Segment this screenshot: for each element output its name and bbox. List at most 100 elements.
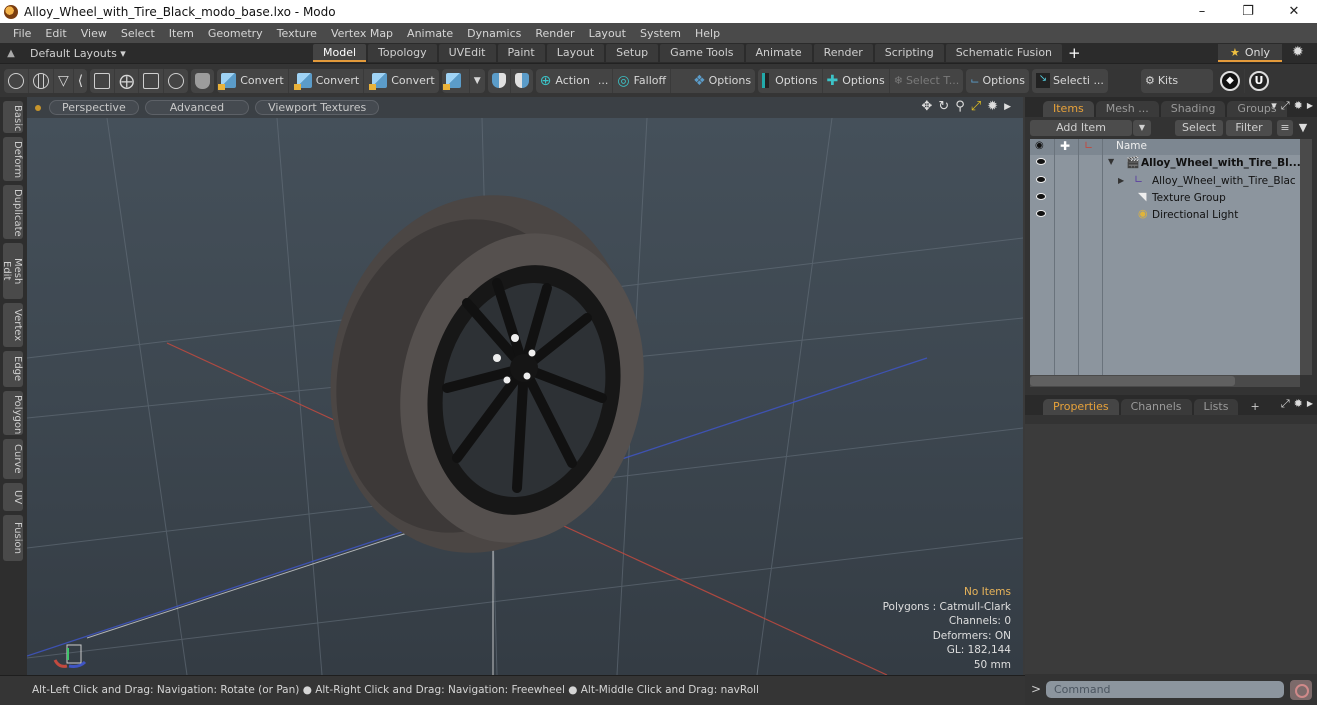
command-input[interactable] xyxy=(1046,681,1284,698)
record-macro-button[interactable] xyxy=(1290,680,1312,700)
restore-button[interactable]: ❐ xyxy=(1225,0,1271,23)
tab-deform[interactable]: Deform xyxy=(3,137,23,181)
pen-tool-button[interactable]: ▽ xyxy=(54,68,74,93)
tree-row-mesh[interactable]: ▶ ∟ Alloy_Wheel_with_Tire_Blac ... xyxy=(1030,173,1309,190)
select-button[interactable]: Select xyxy=(1175,120,1223,136)
panel-gear-icon[interactable]: ✹ xyxy=(1294,99,1303,113)
unity-button[interactable]: ◆ xyxy=(1216,68,1245,93)
convert-menu-button[interactable] xyxy=(442,68,470,93)
gear-icon[interactable]: ✹ xyxy=(1292,44,1304,60)
tab-properties[interactable]: Properties xyxy=(1043,399,1119,415)
menu-vertex-map[interactable]: Vertex Map xyxy=(324,27,400,40)
visibility-eye-icon[interactable] xyxy=(1036,210,1046,217)
tab-game-tools[interactable]: Game Tools xyxy=(660,44,744,62)
tab-duplicate[interactable]: Duplicate xyxy=(3,185,23,239)
menu-animate[interactable]: Animate xyxy=(400,27,460,40)
panel-more-icon[interactable]: ▶ xyxy=(1307,99,1313,113)
tab-animate[interactable]: Animate xyxy=(745,44,812,62)
tab-uvedit[interactable]: UVEdit xyxy=(438,44,496,62)
collapse-arrow-icon[interactable]: ▲ xyxy=(0,48,22,59)
minimize-button[interactable]: – xyxy=(1179,0,1225,23)
convert-button-3[interactable]: Convert xyxy=(364,69,439,93)
menu-dynamics[interactable]: Dynamics xyxy=(460,27,528,40)
tab-paint[interactable]: Paint xyxy=(497,44,545,62)
kits-button[interactable]: ⚙ Kits xyxy=(1141,69,1182,93)
panel-menu-chevron-icon[interactable]: ▾ xyxy=(1271,99,1277,113)
add-layout-tab-button[interactable]: + xyxy=(1068,44,1081,63)
tab-render[interactable]: Render xyxy=(813,44,873,62)
tree-horizontal-scrollbar[interactable] xyxy=(1030,375,1300,387)
menu-edit[interactable]: Edit xyxy=(38,27,73,40)
expand-right-icon[interactable]: ▶ xyxy=(1004,99,1011,115)
tab-mesh-edit[interactable]: Mesh Edit xyxy=(1,243,23,299)
visibility-eye-icon[interactable] xyxy=(1036,193,1046,200)
tab-scripting[interactable]: Scripting xyxy=(874,44,944,62)
tab-items[interactable]: Items xyxy=(1043,101,1094,117)
name-column-header[interactable]: Name xyxy=(1116,140,1147,152)
tab-uv[interactable]: UV xyxy=(3,483,23,511)
edges-mode-button[interactable]: ⨁ xyxy=(115,68,140,93)
tree-row-directional-light[interactable]: ◉ Directional Light xyxy=(1030,207,1300,224)
select-through-button[interactable]: ❄ Select T... xyxy=(890,69,964,93)
add-properties-tab-button[interactable]: + xyxy=(1240,399,1269,415)
tab-layout[interactable]: Layout xyxy=(546,44,605,62)
advanced-button[interactable]: Advanced xyxy=(144,100,250,115)
vertices-mode-button[interactable] xyxy=(90,68,116,93)
panel-more-icon[interactable]: ▶ xyxy=(1307,397,1313,411)
close-button[interactable]: ✕ xyxy=(1271,0,1317,23)
list-options-icon[interactable]: ≡ xyxy=(1277,120,1293,136)
menu-geometry[interactable]: Geometry xyxy=(201,27,270,40)
3d-viewport[interactable]: No Items Polygons : Catmull-Clark Channe… xyxy=(27,118,1023,675)
select-vertices-button[interactable] xyxy=(4,68,29,93)
maximize-icon[interactable]: ⤢ xyxy=(971,99,981,115)
menu-system[interactable]: System xyxy=(633,27,688,40)
tab-model[interactable]: Model xyxy=(313,44,367,62)
viewport-gear-icon[interactable]: ✹ xyxy=(987,99,998,115)
tab-topology[interactable]: Topology xyxy=(368,44,437,62)
tab-lists[interactable]: Lists xyxy=(1193,399,1239,415)
zoom-icon[interactable]: ⚲ xyxy=(955,99,965,115)
workplane-button[interactable] xyxy=(511,69,533,93)
tab-edge[interactable]: Edge xyxy=(3,351,23,387)
panel-gear-icon[interactable]: ✹ xyxy=(1294,397,1303,411)
bend-tool-button[interactable]: ⟨ xyxy=(74,69,87,93)
convert-button-1[interactable]: Convert xyxy=(217,68,289,93)
tab-channels[interactable]: Channels xyxy=(1120,399,1192,415)
selection-sets-button[interactable]: ↘ Selecti ... xyxy=(1032,69,1108,93)
tab-polygon[interactable]: Polygon xyxy=(3,391,23,435)
visibility-eye-icon[interactable] xyxy=(1036,158,1046,165)
perspective-button[interactable]: Perspective xyxy=(49,100,139,115)
menu-render[interactable]: Render xyxy=(528,27,581,40)
tab-setup[interactable]: Setup xyxy=(606,44,659,62)
tab-mesh[interactable]: Mesh ... xyxy=(1095,101,1159,117)
tab-schematic-fusion[interactable]: Schematic Fusion xyxy=(945,44,1063,62)
tab-fusion[interactable]: Fusion xyxy=(3,515,23,561)
menu-item[interactable]: Item xyxy=(162,27,201,40)
tree-row-texture-group[interactable]: ◥ Texture Group xyxy=(1030,190,1300,207)
menu-file[interactable]: File xyxy=(6,27,38,40)
snapping-options-button[interactable]: ❖ Options xyxy=(671,69,755,93)
tab-shading[interactable]: Shading xyxy=(1160,101,1226,117)
tree-vertical-scrollbar[interactable] xyxy=(1300,139,1312,375)
viewport-menu-dot[interactable] xyxy=(35,104,41,111)
tab-vertex[interactable]: Vertex xyxy=(3,303,23,347)
menu-help[interactable]: Help xyxy=(688,27,727,40)
menu-select[interactable]: Select xyxy=(114,27,162,40)
items-mode-button[interactable] xyxy=(164,69,188,93)
filter-button[interactable]: Filter xyxy=(1226,120,1272,136)
viewport-textures-button[interactable]: Viewport Textures xyxy=(255,100,380,115)
expand-arrow-icon[interactable]: ▼ xyxy=(1108,157,1114,166)
tab-basic[interactable]: Basic xyxy=(3,101,23,133)
collapse-arrow-icon[interactable]: ▶ xyxy=(1118,176,1124,185)
convert-dropdown-button[interactable]: ▼ xyxy=(470,69,485,93)
add-item-button[interactable]: Add Item xyxy=(1030,120,1132,136)
only-toggle[interactable]: ★ Only xyxy=(1218,44,1282,62)
workplane-options-button[interactable]: ⌙ Options xyxy=(966,69,1029,93)
menu-texture[interactable]: Texture xyxy=(270,27,324,40)
add-item-dropdown[interactable]: ▼ xyxy=(1133,120,1151,136)
menu-layout[interactable]: Layout xyxy=(582,27,633,40)
material-mode-button[interactable] xyxy=(191,69,214,93)
polygons-mode-button[interactable] xyxy=(139,68,165,93)
pivot-options-button[interactable]: Options xyxy=(758,68,823,93)
symmetry-button[interactable] xyxy=(488,68,511,93)
